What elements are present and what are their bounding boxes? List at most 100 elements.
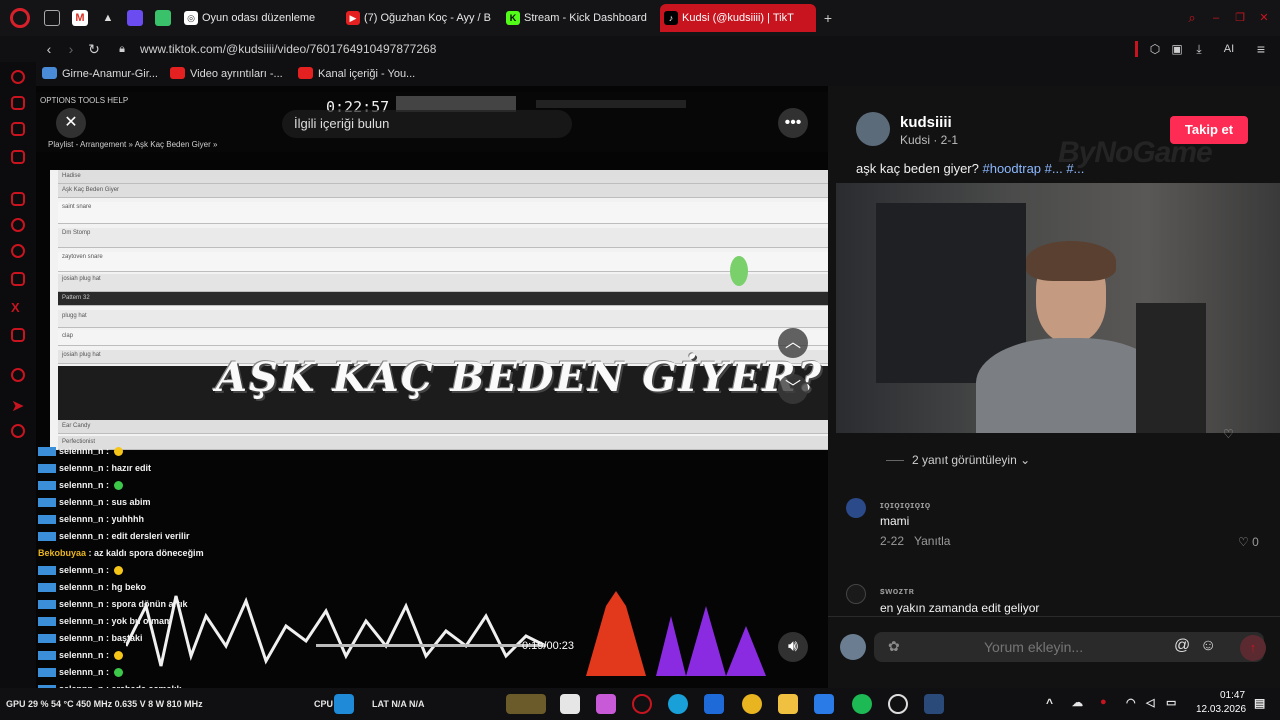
close-video-icon[interactable]: ✕ — [56, 108, 86, 138]
forward-icon[interactable]: › — [62, 40, 80, 58]
more-options-icon[interactable]: ••• — [778, 108, 808, 138]
chrome-icon[interactable] — [742, 694, 762, 714]
clock-icon[interactable] — [11, 424, 25, 438]
whatsapp-icon[interactable] — [11, 244, 25, 258]
bookmark-girne[interactable]: Girne-Anamur-Gir... — [42, 66, 158, 82]
track-row: plugg hat — [58, 310, 828, 328]
telegram-icon[interactable] — [11, 150, 25, 164]
username[interactable]: kudsiiii — [900, 114, 952, 131]
chat-message: selennn_n : hazır edit — [38, 463, 151, 474]
next-video-icon[interactable]: ﹀ — [778, 374, 808, 404]
start-icon[interactable] — [334, 694, 354, 714]
explorer-icon[interactable] — [778, 694, 798, 714]
video-player[interactable]: OPTIONS TOOLS HELP 0:22:57 Playlist - Ar… — [36, 86, 828, 688]
wifi-icon[interactable]: ◠ — [1126, 696, 1136, 709]
edge-icon[interactable] — [668, 694, 688, 714]
messenger-icon[interactable] — [11, 122, 25, 136]
track-row: Dm Stomp — [58, 228, 828, 248]
reply-button[interactable]: Yanıtla — [914, 534, 950, 548]
reload-icon[interactable]: ↻ — [85, 40, 103, 58]
track-row: saint snare — [58, 202, 828, 224]
comment-avatar[interactable] — [846, 498, 866, 518]
send-icon[interactable]: ➤ — [11, 396, 25, 415]
tab-youtube[interactable]: ▶ (7) Oğuzhan Koç - Ayy / B — [342, 4, 492, 32]
avatar[interactable] — [856, 112, 890, 146]
close-window-icon[interactable]: ✕ — [1256, 10, 1272, 26]
speaker-icon[interactable]: ◁ — [1146, 696, 1154, 709]
taskbar-time[interactable]: 01:47 — [1220, 690, 1245, 701]
history-icon[interactable] — [11, 368, 25, 382]
twitch-icon[interactable] — [11, 192, 25, 206]
taskview-icon[interactable] — [560, 694, 580, 714]
comment-input[interactable] — [984, 639, 1154, 655]
opera-taskbar-icon[interactable] — [632, 694, 652, 714]
wallet-icon[interactable]: ▣ — [1168, 40, 1186, 58]
search-tabs-icon[interactable]: ⌕ — [1184, 10, 1200, 26]
workspace-icon[interactable] — [44, 10, 60, 26]
volume-icon[interactable]: 🔊︎ — [778, 632, 808, 662]
caption-hashtags[interactable]: #hoodtrap #... #... — [982, 161, 1084, 176]
mention-icon[interactable]: @ — [1174, 637, 1190, 655]
mountain-icon[interactable]: ▲ — [100, 10, 116, 26]
spotify-icon[interactable] — [852, 694, 872, 714]
chat-username: Bekobuyaa — [38, 548, 87, 558]
tray-app-icon[interactable]: ☁ — [1072, 696, 1083, 709]
extension-icon[interactable] — [155, 10, 171, 26]
tab-kick[interactable]: K Stream - Kick Dashboard — [502, 4, 652, 32]
store-icon[interactable] — [704, 694, 724, 714]
comment-author[interactable]: ɪǫɪǫɪǫɪǫɪǫ — [880, 500, 931, 510]
view-replies-button[interactable]: 2 yanıt görüntüleyin ⌄ — [912, 453, 1030, 467]
back-icon[interactable]: ‹ — [40, 40, 58, 58]
messenger2-icon[interactable] — [11, 218, 25, 232]
comment-box[interactable]: ✿ @ ☺ — [874, 632, 1264, 662]
widget-icon[interactable] — [506, 694, 546, 714]
chat-username: selennn_n — [59, 497, 104, 507]
taskbar-date[interactable]: 12.03.2026 — [1196, 704, 1246, 715]
bookmark-video-details[interactable]: Video ayrıntıları -... — [170, 66, 283, 82]
settings-icon[interactable] — [888, 694, 908, 714]
extensions-icon[interactable]: ⬡ — [1146, 40, 1164, 58]
hair — [1026, 241, 1116, 281]
tab-oyun-odasi[interactable]: ◎ Oyun odası düzenleme — [180, 4, 335, 32]
maximize-icon[interactable]: ❐ — [1232, 10, 1248, 26]
battery-icon[interactable]: ▭ — [1166, 696, 1176, 709]
discord-sidebar-icon[interactable] — [11, 328, 25, 342]
emoji-icon[interactable]: ☺ — [1200, 637, 1216, 655]
related-search-pill[interactable]: İlgili içeriği bulun — [282, 110, 572, 138]
download-icon[interactable]: ⤓ — [1190, 40, 1208, 58]
aria-icon[interactable] — [11, 96, 25, 110]
tray-chevron-icon[interactable]: ^ — [1046, 696, 1053, 710]
post-comment-icon[interactable]: ↑ — [1240, 635, 1266, 661]
comment-like-icon[interactable]: ♡ 0 — [1238, 535, 1259, 549]
aria-ai-button[interactable]: AI — [1214, 40, 1244, 58]
like-icon[interactable]: ♡ — [1223, 427, 1234, 441]
instagram-icon[interactable] — [11, 272, 25, 286]
x-icon[interactable]: X — [11, 300, 25, 315]
mail-icon[interactable] — [814, 694, 834, 714]
app-icon[interactable] — [127, 10, 143, 26]
tab-tiktok[interactable]: ♪ Kudsi (@kudsiiii) | TikT — [660, 4, 816, 32]
comment-author[interactable]: ꜱᴡᴏᴢᴛʀ — [880, 586, 914, 597]
steam-icon[interactable] — [924, 694, 944, 714]
comment-avatar[interactable] — [846, 584, 866, 604]
daw-bottom-tracks: Ear Candy Perfectionist — [50, 420, 828, 450]
gmail-icon[interactable]: M — [72, 10, 88, 26]
previous-video-icon[interactable]: ︿ — [778, 328, 808, 358]
search-pill-text: İlgili içeriği bulun — [294, 116, 390, 131]
chat-badge-icon — [38, 532, 56, 542]
bookmark-channel-content[interactable]: Kanal içeriği - You... — [298, 66, 415, 82]
menu-icon[interactable]: ≡ — [1252, 40, 1270, 58]
chair — [1136, 303, 1206, 433]
new-tab-icon[interactable]: + — [820, 10, 836, 26]
microphone-icon[interactable]: ● — [1100, 696, 1107, 708]
speed-dial-icon[interactable] — [11, 70, 25, 84]
follow-button[interactable]: Takip et — [1170, 116, 1248, 144]
opera-logo-icon[interactable] — [10, 8, 30, 28]
notification-icon[interactable]: ▤ — [1254, 696, 1265, 710]
minimize-icon[interactable]: – — [1208, 10, 1224, 26]
copilot-icon[interactable] — [596, 694, 616, 714]
url-field[interactable]: www.tiktok.com/@kudsiiii/video/760176491… — [140, 40, 436, 58]
chat-badge-icon — [38, 566, 56, 576]
track-row: clap — [58, 330, 828, 346]
gift-icon[interactable]: ✿ — [888, 638, 900, 655]
